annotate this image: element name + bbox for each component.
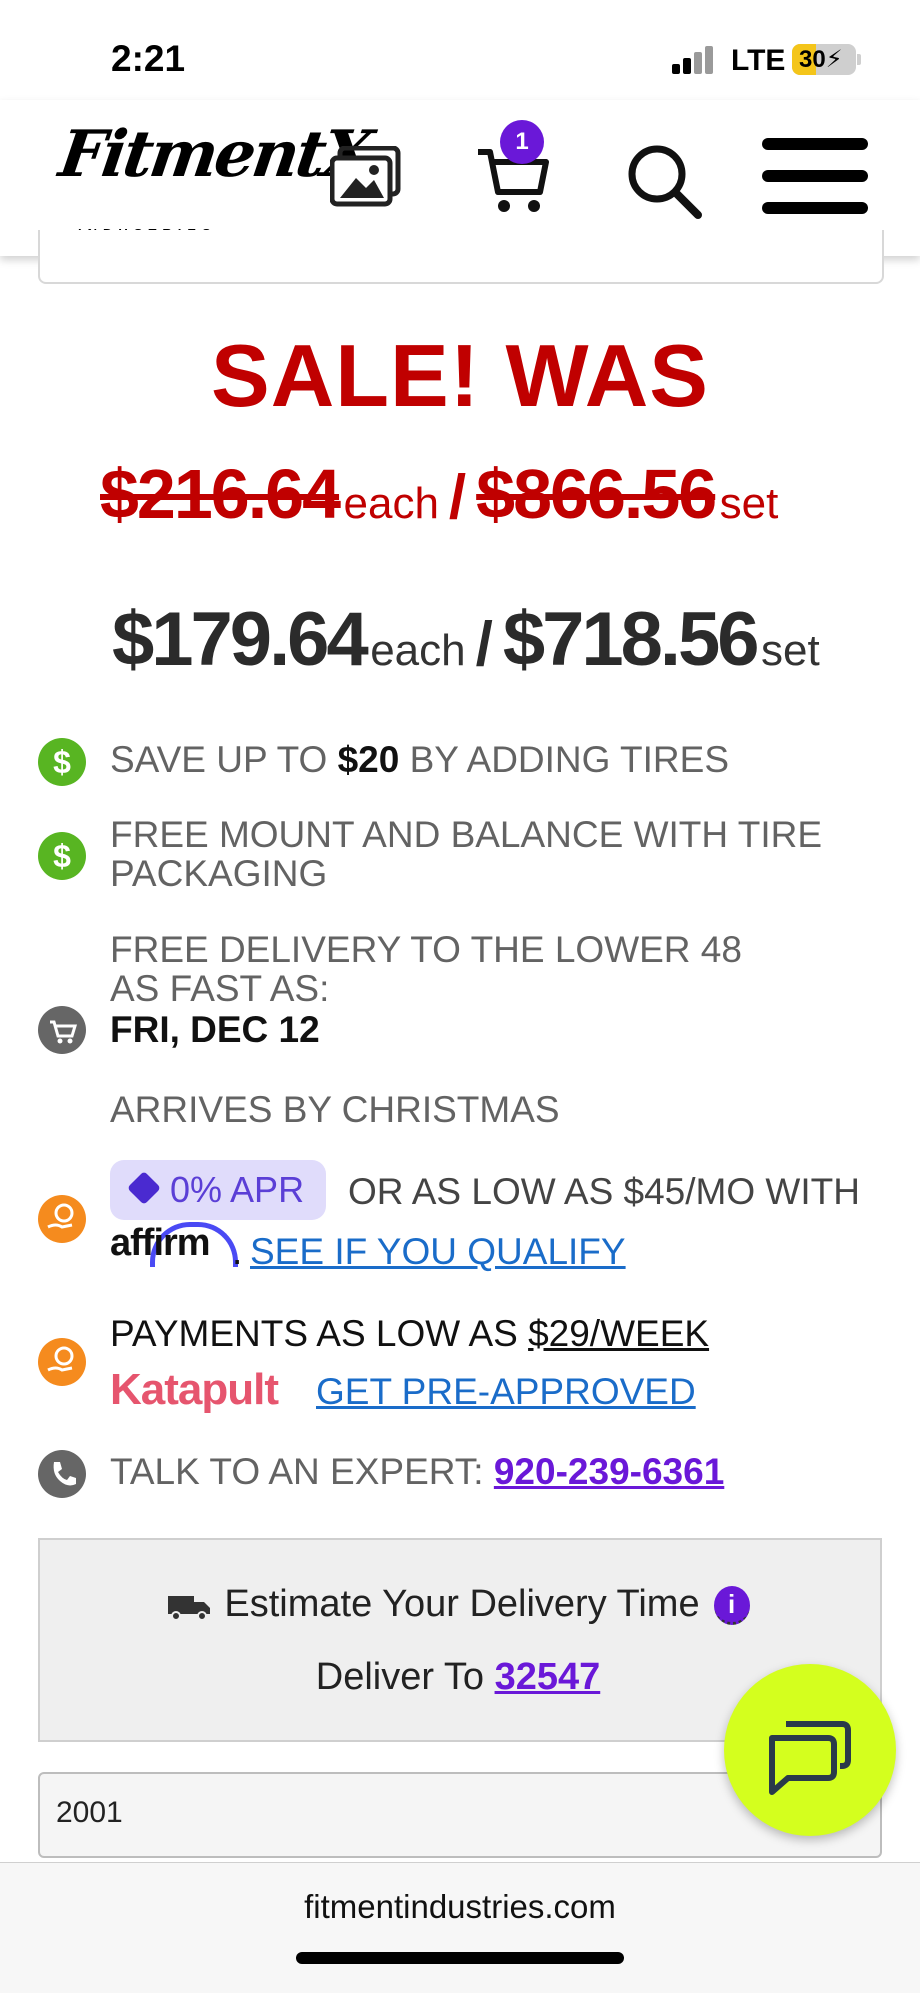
original-price-line: $216.64 each / $866.56 set xyxy=(100,454,778,534)
signal-icon xyxy=(672,46,713,74)
estimate-title: Estimate Your Delivery Time i xyxy=(38,1583,878,1626)
mount-balance-line1: FREE MOUNT AND BALANCE WITH TIRE xyxy=(110,814,822,855)
apr-badge: 0% APR xyxy=(110,1160,327,1220)
search-icon[interactable] xyxy=(626,143,702,224)
year-select-value: 2001 xyxy=(56,1796,123,1829)
truck-icon xyxy=(168,1595,211,1621)
status-time: 2:21 xyxy=(111,38,186,79)
previous-card-edge xyxy=(38,230,884,284)
money-hand-icon xyxy=(38,1195,86,1243)
katapult-pre: PAYMENTS AS LOW AS xyxy=(110,1313,529,1354)
sale-price-each: $179.64 xyxy=(112,597,369,682)
chat-button[interactable] xyxy=(724,1664,896,1836)
affirm-text: OR AS LOW AS $45/MO WITH xyxy=(348,1171,860,1212)
delivery-cart-icon xyxy=(38,1006,86,1054)
katapult-text: PAYMENTS AS LOW AS $29/WEEK xyxy=(110,1314,709,1354)
christmas-text: ARRIVES BY CHRISTMAS xyxy=(110,1089,560,1130)
expert-text: TALK TO AN EXPERT: 920-239-6361 xyxy=(110,1452,724,1492)
money-hand-icon xyxy=(38,1338,86,1386)
sale-price-line: $179.64 each / $718.56 set xyxy=(112,596,820,683)
estimate-title-text: Estimate Your Delivery Time xyxy=(224,1583,700,1625)
gallery-icon[interactable] xyxy=(329,145,402,213)
affirm-logo: affirm xyxy=(110,1222,211,1264)
sale-price-set: $718.56 xyxy=(502,597,760,682)
tires-amount: $20 xyxy=(337,739,400,780)
affirm-qualify-link[interactable]: SEE IF YOU QUALIFY xyxy=(250,1232,626,1272)
set-label: set xyxy=(761,626,820,675)
each-label: each xyxy=(370,626,466,675)
delivery-date: FRI, DEC 12 xyxy=(110,1009,320,1050)
tires-post: BY ADDING TIRES xyxy=(399,739,730,780)
browser-url[interactable]: fitmentindustries.com xyxy=(0,1888,920,1926)
battery-icon: 30⚡ xyxy=(792,44,856,75)
katapult-logo: Katapult xyxy=(110,1365,279,1414)
zip-code-link[interactable]: 32547 xyxy=(495,1656,601,1698)
network-label: LTE xyxy=(731,44,786,77)
sale-heading: SALE! WAS xyxy=(211,326,709,425)
mount-balance-line2: PACKAGING xyxy=(110,853,328,894)
deliver-label: Deliver To xyxy=(315,1656,495,1698)
chat-icon xyxy=(769,1721,851,1795)
expert-label: TALK TO AN EXPERT: xyxy=(110,1451,494,1492)
home-indicator[interactable] xyxy=(296,1952,624,1964)
tires-pre: SAVE UP TO xyxy=(110,739,338,780)
was-price-each: $216.64 xyxy=(100,455,341,533)
hamburger-menu-icon[interactable] xyxy=(762,138,868,234)
battery-tip xyxy=(857,54,861,65)
each-label: each xyxy=(343,479,439,528)
set-label: set xyxy=(719,479,779,528)
price-slash: / xyxy=(448,463,467,532)
katapult-amount[interactable]: $29/WEEK xyxy=(528,1313,709,1354)
battery-level: 30 xyxy=(799,46,826,73)
affirm-period: . xyxy=(232,1231,243,1272)
katapult-preapproved-link[interactable]: GET PRE-APPROVED xyxy=(316,1372,696,1412)
cart-count-badge: 1 xyxy=(500,120,544,164)
dollar-icon: $ xyxy=(38,738,86,786)
logo-wordmark: FitmentX xyxy=(54,117,375,192)
was-price-set: $866.56 xyxy=(476,455,717,533)
expert-phone-link[interactable]: 920-239-6361 xyxy=(494,1451,724,1492)
delivery-line2: AS FAST AS: xyxy=(110,968,330,1009)
tires-savings-text: SAVE UP TO $20 BY ADDING TIRES xyxy=(110,740,729,780)
price-slash: / xyxy=(475,610,493,679)
tag-icon xyxy=(127,1171,161,1205)
apr-badge-text: 0% APR xyxy=(170,1169,305,1210)
dollar-icon: $ xyxy=(38,832,86,880)
browser-url-bar xyxy=(0,1862,920,1993)
site-logo[interactable]: FitmentX INDUSTRIES xyxy=(55,117,375,241)
phone-icon xyxy=(38,1450,86,1498)
delivery-line1: FREE DELIVERY TO THE LOWER 48 xyxy=(110,929,742,970)
info-icon[interactable]: i xyxy=(713,1586,750,1626)
